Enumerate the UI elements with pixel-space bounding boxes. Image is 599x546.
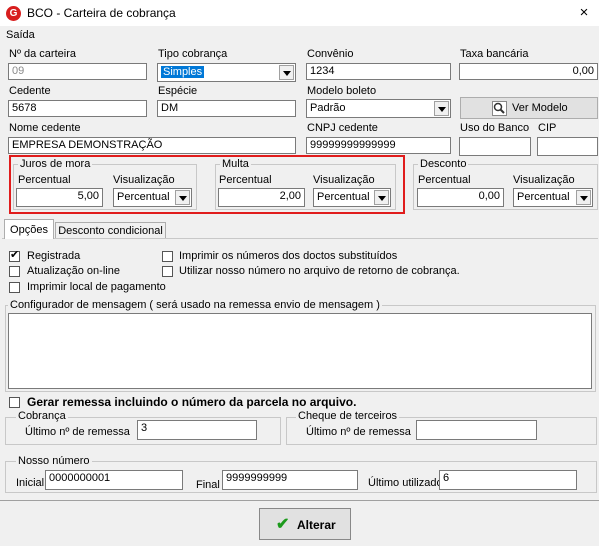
uso-banco-field[interactable]	[459, 137, 531, 156]
chevron-down-icon[interactable]	[279, 65, 294, 80]
utilizar-nosso-numero-label: Utilizar nosso número no arquivo de reto…	[179, 265, 460, 277]
cip-field[interactable]	[537, 137, 598, 156]
desconto-visualizacao-value: Percentual	[517, 191, 570, 203]
multa-percentual-field[interactable]: 2,00	[218, 188, 305, 207]
gerar-remessa-checkbox[interactable]	[9, 397, 20, 408]
carteira-field[interactable]: 09	[8, 63, 147, 80]
section-label: Saída	[6, 29, 35, 41]
cnpj-cedente-field[interactable]: 99999999999999	[306, 137, 451, 154]
desconto-visualizacao-label: Visualização	[513, 174, 575, 186]
magnifier-icon	[492, 101, 507, 116]
alterar-label: Alterar	[297, 518, 336, 532]
nome-cedente-field[interactable]: EMPRESA DEMONSTRAÇÃO	[8, 137, 296, 154]
chevron-down-icon[interactable]	[175, 190, 190, 205]
juros-visualizacao-value: Percentual	[117, 191, 170, 203]
desconto-percentual-label: Percentual	[418, 174, 471, 186]
especie-field[interactable]: DM	[157, 100, 296, 117]
multa-percentual-label: Percentual	[219, 174, 272, 186]
juros-percentual-label: Percentual	[18, 174, 71, 186]
cheque-ultimo-label: Último nº de remessa	[306, 426, 411, 438]
registrada-label: Registrada	[27, 250, 81, 262]
nosso-numero-title: Nosso número	[16, 455, 92, 467]
imprimir-local-checkbox[interactable]	[9, 282, 20, 293]
tab-opcoes-label: Opções	[10, 224, 48, 236]
juros-percentual-field[interactable]: 5,00	[16, 188, 103, 207]
juros-visualizacao-select[interactable]: Percentual	[113, 188, 192, 207]
imprimir-numeros-label: Imprimir os números dos doctos substituí…	[179, 250, 398, 262]
cheque-title: Cheque de terceiros	[296, 410, 400, 422]
chevron-down-icon[interactable]	[576, 190, 591, 205]
mensagem-textarea[interactable]	[8, 313, 592, 389]
app-logo-icon: G	[6, 6, 21, 21]
cip-label: CIP	[538, 122, 557, 134]
cobranca-ultimo-field[interactable]: 3	[137, 420, 257, 440]
taxa-bancaria-field[interactable]: 0,00	[459, 63, 598, 80]
multa-visualizacao-value: Percentual	[317, 191, 370, 203]
carteira-label: Nº da carteira	[9, 48, 76, 60]
final-label: Final	[196, 479, 220, 491]
modelo-boleto-value: Padrão	[310, 102, 346, 114]
chevron-down-icon[interactable]	[434, 101, 449, 116]
inicial-field[interactable]: 0000000001	[45, 470, 183, 490]
tab-desconto-condicional[interactable]: Desconto condicional	[55, 222, 166, 238]
desconto-percentual-field[interactable]: 0,00	[417, 188, 504, 207]
ver-modelo-button[interactable]: Ver Modelo	[460, 97, 598, 119]
cheque-ultimo-field[interactable]	[416, 420, 537, 440]
tab-desconto-condicional-label: Desconto condicional	[58, 225, 163, 237]
desconto-visualizacao-select[interactable]: Percentual	[513, 188, 593, 207]
gerar-remessa-label: Gerar remessa incluindo o número da parc…	[27, 395, 357, 409]
ultimo-utilizado-label: Último utilizado	[368, 477, 443, 489]
convenio-label: Convênio	[307, 48, 354, 60]
chevron-down-icon[interactable]	[374, 190, 389, 205]
desconto-title: Desconto	[418, 158, 469, 170]
atualizacao-checkbox[interactable]	[9, 266, 20, 277]
final-field[interactable]: 9999999999	[222, 470, 358, 490]
imprimir-local-label: Imprimir local de pagamento	[27, 281, 166, 293]
configurador-title: Configurador de mensagem ( será usado na…	[8, 299, 382, 311]
alterar-button[interactable]: ✔ Alterar	[259, 508, 351, 540]
cedente-label: Cedente	[9, 85, 51, 97]
checkmark-icon: ✔	[276, 516, 290, 533]
cnpj-cedente-label: CNPJ cedente	[307, 122, 378, 134]
tab-opcoes[interactable]: Opções	[4, 219, 54, 239]
inicial-label: Inicial	[16, 477, 45, 489]
cobranca-title: Cobrança	[16, 410, 68, 422]
uso-banco-label: Uso do Banco	[460, 122, 530, 134]
modelo-boleto-label: Modelo boleto	[307, 85, 377, 97]
taxa-bancaria-label: Taxa bancária	[460, 48, 529, 60]
juros-visualizacao-label: Visualização	[113, 174, 175, 186]
ultimo-utilizado-field[interactable]: 6	[439, 470, 577, 490]
atualizacao-label: Atualização on-line	[27, 265, 120, 277]
especie-label: Espécie	[158, 85, 198, 97]
utilizar-nosso-numero-checkbox[interactable]	[162, 266, 173, 277]
nome-cedente-label: Nome cedente	[9, 122, 81, 134]
tipo-cobranca-label: Tipo cobrança	[158, 48, 228, 60]
registrada-checkbox[interactable]	[9, 249, 20, 262]
modelo-boleto-select[interactable]: Padrão	[306, 99, 451, 118]
juros-title: Juros de mora	[18, 158, 93, 170]
cobranca-ultimo-label: Último nº de remessa	[25, 426, 130, 438]
window-title: BCO - Carteira de cobrança	[27, 6, 176, 20]
multa-visualizacao-label: Visualização	[313, 174, 375, 186]
tipo-cobranca-value: Simples	[161, 66, 205, 78]
ver-modelo-label: Ver Modelo	[512, 102, 568, 114]
convenio-field[interactable]: 1234	[306, 63, 451, 80]
imprimir-numeros-checkbox[interactable]	[162, 251, 173, 262]
cedente-field[interactable]: 5678	[8, 100, 147, 117]
multa-visualizacao-select[interactable]: Percentual	[313, 188, 391, 207]
tipo-cobranca-select[interactable]: Simples	[157, 63, 296, 82]
close-icon[interactable]: ×	[574, 3, 594, 23]
footer-divider	[0, 500, 599, 501]
multa-title: Multa	[220, 158, 251, 170]
